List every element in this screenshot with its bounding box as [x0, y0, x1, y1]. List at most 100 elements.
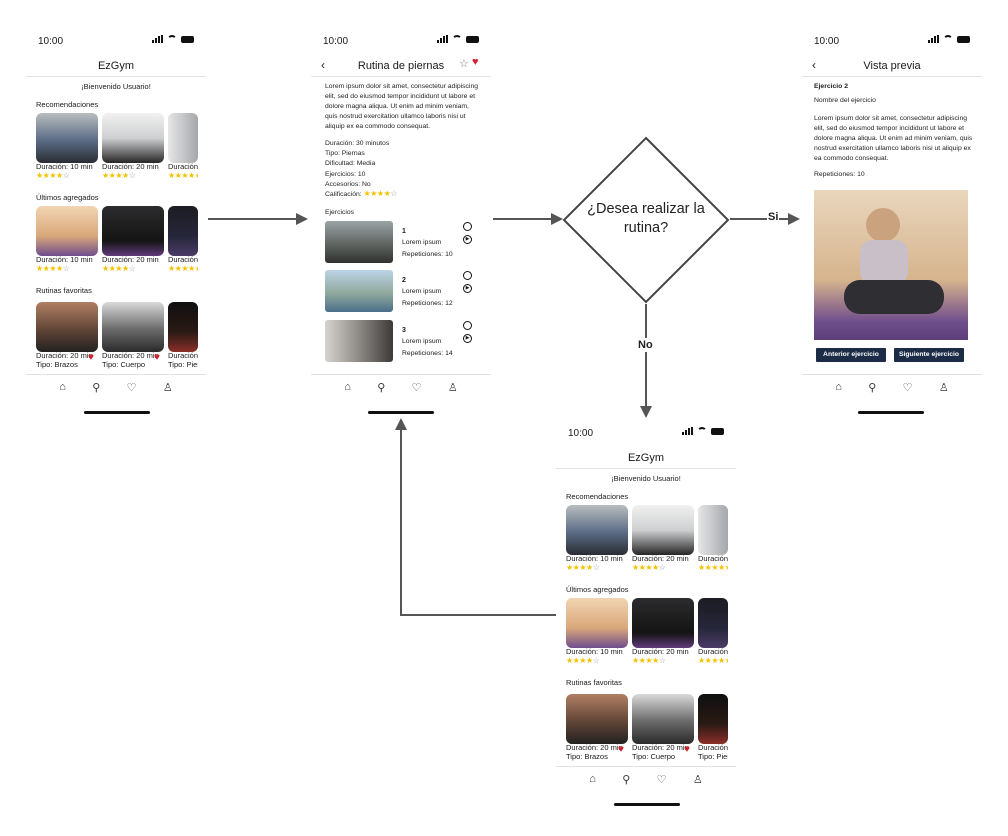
card-duration: Duración:	[698, 648, 728, 656]
routine-card[interactable]: Duración: 10 min ★★★★☆	[566, 505, 628, 572]
detail-exercises: Ejercicios: 10	[325, 170, 366, 178]
favorite-heart-icon[interactable]: ♥	[154, 352, 160, 363]
routine-card[interactable]: Duración: 20 min ★★★★☆	[632, 598, 694, 665]
user-icon[interactable]: ♙	[163, 381, 173, 394]
exercise-number: 1	[402, 228, 406, 235]
home-icon[interactable]: ⌂	[59, 381, 66, 394]
home-icon[interactable]: ⌂	[589, 773, 596, 786]
prev-exercise-button[interactable]: Anterior ejercicio	[816, 348, 886, 362]
home-icon[interactable]: ⌂	[344, 381, 351, 394]
flow-arrowhead	[640, 406, 652, 418]
card-duration: Duración: 20 min	[102, 163, 159, 171]
exercise-row[interactable]: 3 Lorem ipsum Repeticiones: 14 ▶	[325, 320, 475, 364]
exercise-row[interactable]: 1 Lorem ipsum Repeticiones: 10 ▶	[325, 221, 475, 265]
routine-card[interactable]: Duración: 10 min ★★★★☆	[36, 113, 98, 180]
routine-thumbnail	[102, 113, 164, 163]
routine-card[interactable]: Duración:★★★★★	[698, 505, 728, 572]
card-rating-stars: ★★★★★	[168, 264, 198, 273]
heart-icon[interactable]: ♡	[657, 773, 667, 786]
routine-card[interactable]: Duración:★★★★★	[698, 598, 728, 665]
card-rating-stars: ★★★★☆	[36, 171, 70, 180]
user-icon[interactable]: ♙	[939, 381, 949, 394]
section-label: Recomendaciones	[36, 100, 99, 109]
routine-card[interactable]: Duración: 20 min ★★★★☆	[102, 113, 164, 180]
routine-card[interactable]: Duración: 20 min Tipo: Cuerpo ♥	[632, 694, 694, 761]
routine-card[interactable]: Duración: 10 min ★★★★☆	[36, 206, 98, 273]
detail-type: Tipo: Piernas	[325, 150, 365, 158]
routine-thumbnail	[632, 598, 694, 648]
heart-icon[interactable]: ♡	[127, 381, 137, 394]
preview-screen: 10:00 ‹ Vista previa Ejercicio 2 Nombre …	[802, 30, 982, 420]
status-icons	[437, 35, 479, 43]
battery-icon	[711, 428, 724, 435]
routine-card[interactable]: Duración:★★★★★	[168, 113, 198, 180]
routine-thumbnail	[698, 598, 728, 648]
welcome-text: ¡Bienvenido Usuario!	[611, 474, 681, 483]
eye-icon[interactable]	[463, 321, 472, 330]
next-exercise-button[interactable]: Siguiente ejercicio	[894, 348, 964, 362]
user-icon[interactable]: ♙	[448, 381, 458, 394]
exercise-reps: Repeticiones: 14	[402, 350, 453, 357]
wifi-icon	[167, 35, 177, 43]
heart-icon[interactable]: ♡	[903, 381, 913, 394]
favorite-heart-icon[interactable]: ♥	[618, 744, 624, 755]
star-outline-icon[interactable]: ☆	[459, 57, 469, 70]
routine-card[interactable]: Duración:★★★★★	[168, 206, 198, 273]
no-label: No	[638, 338, 653, 352]
routine-thumbnail	[36, 113, 98, 163]
routine-card[interactable]: Duración: 10 min ★★★★☆	[566, 598, 628, 665]
routine-card[interactable]: Duración: 20 min Tipo: Brazos ♥	[566, 694, 628, 761]
routine-card[interactable]: Duración: Tipo: Pier	[698, 694, 728, 761]
routine-description: Lorem ipsum dolor sit amet, consectetur …	[325, 83, 478, 130]
search-icon[interactable]: ⚲	[377, 381, 385, 394]
routine-card[interactable]: Duración: Tipo: Pier	[168, 302, 198, 369]
status-time: 10:00	[323, 36, 349, 47]
card-rating-stars: ★★★★☆	[632, 656, 666, 665]
routine-details: Duración: 30 minutos Tipo: Piernas Dific…	[325, 139, 475, 200]
favorite-heart-icon[interactable]: ♥	[88, 352, 94, 363]
exercise-name: Lorem ipsum	[402, 338, 442, 345]
exercise-title: Ejercicio 2	[814, 83, 849, 90]
play-icon[interactable]: ▶	[463, 284, 472, 293]
status-time: 10:00	[814, 36, 840, 47]
status-time: 10:00	[568, 428, 594, 439]
section-label: Rutinas favoritas	[566, 678, 622, 687]
bottom-nav: ⌂ ⚲ ♡ ♙	[802, 381, 982, 394]
routine-card[interactable]: Duración: 20 min ★★★★☆	[102, 206, 164, 273]
routine-thumbnail	[566, 598, 628, 648]
user-icon[interactable]: ♙	[693, 773, 703, 786]
favorite-heart-icon[interactable]: ♥	[472, 56, 479, 68]
home-icon[interactable]: ⌂	[835, 381, 842, 394]
routine-card[interactable]: Duración: 20 min Tipo: Brazos ♥	[36, 302, 98, 369]
detail-rating: Calificación: ★★★★☆	[325, 190, 475, 200]
status-time: 10:00	[38, 36, 64, 47]
battery-icon	[957, 36, 970, 43]
routine-thumbnail	[102, 206, 164, 256]
flow-arrow-1	[208, 218, 296, 220]
play-icon[interactable]: ▶	[463, 235, 472, 244]
heart-icon[interactable]: ♡	[412, 381, 422, 394]
card-duration: Duración: 20 min	[632, 648, 689, 656]
eye-icon[interactable]	[463, 271, 472, 280]
battery-icon	[466, 36, 479, 43]
exercise-image	[814, 190, 968, 340]
search-icon[interactable]: ⚲	[622, 773, 630, 786]
routine-thumbnail	[566, 505, 628, 555]
exercise-thumbnail	[325, 221, 393, 263]
routine-card[interactable]: Duración: 20 min ★★★★☆	[632, 505, 694, 572]
eye-icon[interactable]	[463, 222, 472, 231]
search-icon[interactable]: ⚲	[92, 381, 100, 394]
favorite-heart-icon[interactable]: ♥	[684, 744, 690, 755]
nav-divider	[556, 766, 736, 767]
exercise-row[interactable]: 2 Lorem ipsum Repeticiones: 12 ▶	[325, 270, 475, 314]
play-icon[interactable]: ▶	[463, 334, 472, 343]
routine-thumbnail	[632, 505, 694, 555]
exercise-name: Lorem ipsum	[402, 288, 442, 295]
nav-divider	[311, 374, 491, 375]
card-duration: Duración: 10 min	[36, 256, 93, 264]
search-icon[interactable]: ⚲	[868, 381, 876, 394]
screen-title: Vista previa	[863, 60, 921, 72]
routine-card[interactable]: Duración: 20 min Tipo: Cuerpo ♥	[102, 302, 164, 369]
card-duration: Duración: 20 min	[632, 555, 689, 563]
routine-thumbnail	[102, 302, 164, 352]
